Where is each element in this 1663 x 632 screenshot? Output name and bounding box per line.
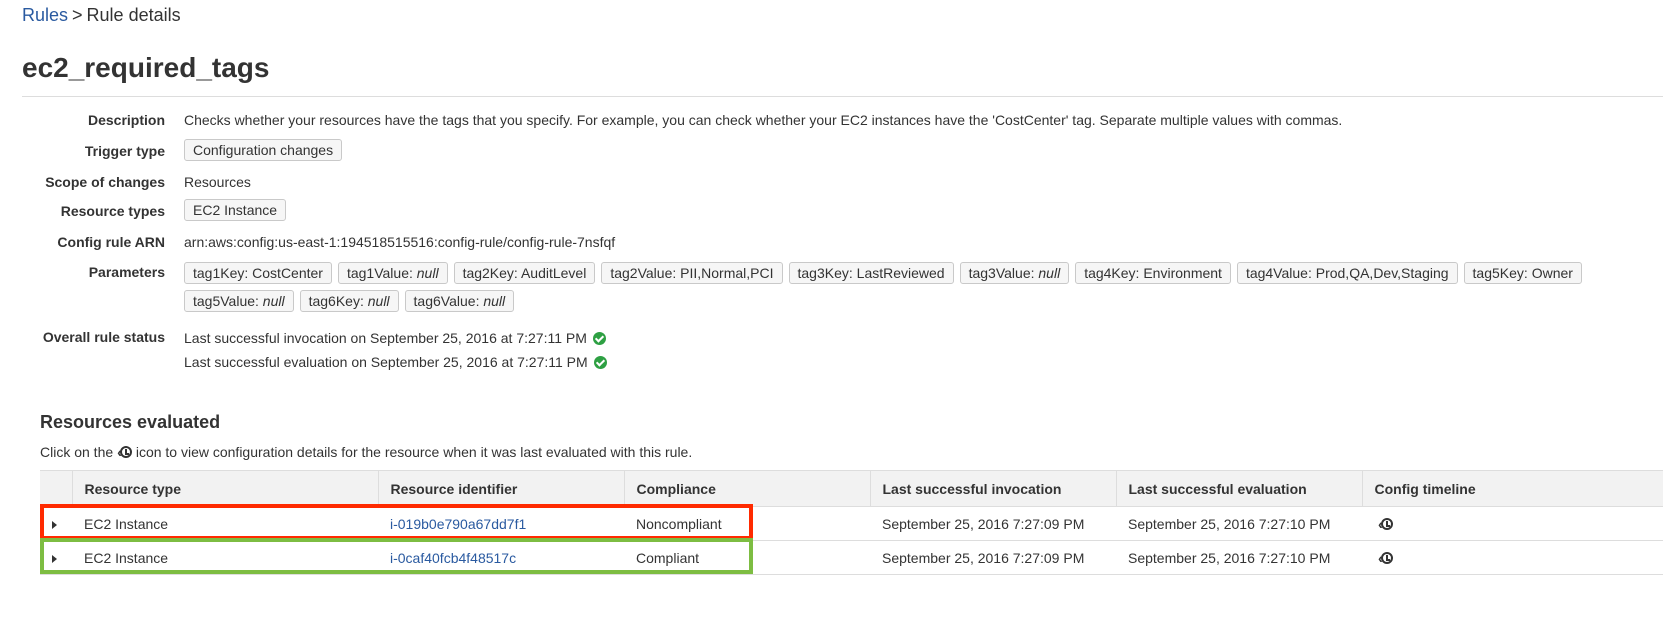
resource-type-cell: EC2 Instance	[72, 506, 378, 541]
resource-id-link[interactable]: i-019b0e790a67dd7f1	[390, 516, 526, 532]
parameter-chip: tag2Value: PII,Normal,PCI	[601, 262, 783, 284]
parameter-value: Prod,QA,Dev,Staging	[1315, 265, 1449, 281]
resource-type-chip: EC2 Instance	[184, 199, 287, 221]
last-evaluation-cell: September 25, 2016 7:27:10 PM	[1116, 540, 1362, 575]
breadcrumb-current: Rule details	[86, 5, 181, 25]
resources-evaluated-title: Resources evaluated	[40, 412, 221, 432]
parameters-label: Parameters	[88, 264, 165, 280]
resources-hint: Click on the ‹ icon to view configuratio…	[40, 444, 692, 460]
resource-types-label: Resource types	[60, 203, 165, 219]
parameter-value: AuditLevel	[520, 265, 587, 281]
column-header-last-invocation[interactable]: Last successful invocation	[870, 470, 1117, 507]
table-row: EC2 Instance i-019b0e790a67dd7f1 Noncomp…	[40, 506, 1663, 541]
parameter-key: tag6Value:	[413, 293, 480, 309]
parameter-value: CostCenter	[252, 265, 323, 281]
parameter-chip: tag1Key: CostCenter	[184, 262, 332, 284]
parameter-value: Environment	[1143, 265, 1222, 281]
resource-type-cell: EC2 Instance	[72, 540, 378, 575]
column-header-last-evaluation[interactable]: Last successful evaluation	[1116, 470, 1363, 507]
resources-table: Resource type Resource identifier Compli…	[40, 470, 1663, 575]
parameter-chip: tag3Value: null	[959, 262, 1070, 284]
arn-row: Config rule ARN arn:aws:config:us-east-1…	[0, 234, 1663, 264]
parameter-key: tag3Key:	[797, 265, 853, 281]
config-timeline-icon[interactable]: ‹	[1378, 551, 1393, 565]
parameter-value: null	[367, 293, 390, 309]
hint-text-before: Click on the	[40, 444, 114, 460]
parameter-value: null	[262, 293, 285, 309]
parameter-key: tag4Key:	[1084, 265, 1140, 281]
parameter-key: tag1Key:	[193, 265, 249, 281]
resource-id-link[interactable]: i-0caf40fcb4f48517c	[390, 550, 516, 566]
parameter-key: tag5Value:	[193, 293, 259, 309]
status-invocation-text: Last successful invocation on September …	[184, 330, 587, 346]
column-header-config-timeline: Config timeline	[1362, 470, 1663, 507]
trigger-type-chip: Configuration changes	[184, 139, 343, 161]
parameter-chip: tag5Key: Owner	[1463, 262, 1582, 284]
title-divider	[22, 96, 1663, 97]
expand-caret-icon[interactable]	[52, 554, 57, 563]
rule-details: Description Checks whether your resource…	[0, 112, 1663, 374]
column-header-expand	[40, 470, 73, 507]
column-header-resource-type[interactable]: Resource type	[72, 470, 379, 507]
status-row: Overall rule status Last successful invo…	[0, 326, 1663, 374]
expand-caret-icon[interactable]	[52, 520, 57, 529]
parameter-key: tag2Key:	[462, 265, 518, 281]
parameter-chip: tag3Key: LastReviewed	[788, 262, 954, 284]
breadcrumb-separator: >	[72, 5, 83, 25]
breadcrumb: Rules > Rule details	[22, 5, 181, 26]
last-invocation-cell: September 25, 2016 7:27:09 PM	[870, 540, 1116, 575]
parameter-chip: tag1Value: null	[337, 262, 448, 284]
trigger-type-row: Trigger type Configuration changes	[0, 139, 1663, 169]
status-label: Overall rule status	[42, 329, 165, 345]
hint-text-after: icon to view configuration details for t…	[135, 444, 693, 460]
parameter-value: null	[483, 293, 506, 309]
scope-label: Scope of changes	[45, 174, 165, 190]
parameter-value: LastReviewed	[856, 265, 945, 281]
check-circle-icon	[593, 355, 607, 369]
table-header-row: Resource type Resource identifier Compli…	[40, 470, 1663, 507]
last-invocation-cell: September 25, 2016 7:27:09 PM	[870, 506, 1116, 541]
column-header-resource-identifier[interactable]: Resource identifier	[378, 470, 625, 507]
parameter-value: PII,Normal,PCI	[680, 265, 774, 281]
arn-label: Config rule ARN	[57, 234, 165, 250]
parameter-key: tag6Key:	[308, 293, 364, 309]
status-evaluation-text: Last successful evaluation on September …	[184, 354, 588, 370]
check-circle-icon	[592, 331, 606, 345]
column-header-compliance[interactable]: Compliance	[624, 470, 871, 507]
resource-types-row: Resource types EC2 Instance	[0, 199, 1663, 229]
parameter-value: null	[1038, 265, 1061, 281]
parameters-row: Parameters tag1Key: CostCenter tag1Value:…	[0, 262, 1663, 324]
parameter-chip: tag6Value: null	[404, 290, 515, 312]
status-invocation: Last successful invocation on September …	[184, 326, 1663, 350]
config-timeline-icon[interactable]: ‹	[1378, 517, 1393, 531]
description-value: Checks whether your resources have the t…	[184, 112, 1343, 128]
config-timeline-icon: ‹	[117, 445, 132, 459]
compliance-status: Compliant	[624, 540, 870, 575]
table-row: EC2 Instance i-0caf40fcb4f48517c Complia…	[40, 540, 1663, 575]
parameter-chip: tag5Value: null	[184, 290, 294, 312]
last-evaluation-cell: September 25, 2016 7:27:10 PM	[1116, 506, 1362, 541]
parameter-chip: tag6Key: null	[299, 290, 399, 312]
scope-value: Resources	[184, 174, 251, 190]
compliance-status: Noncompliant	[624, 506, 870, 541]
parameter-value: null	[416, 265, 439, 281]
description-label: Description	[87, 112, 165, 128]
parameter-key: tag3Value:	[968, 265, 1035, 281]
page-title: ec2_required_tags	[22, 52, 270, 83]
parameter-value: Owner	[1531, 265, 1573, 281]
status-evaluation: Last successful evaluation on September …	[184, 350, 1663, 374]
parameter-key: tag5Key:	[1472, 265, 1528, 281]
trigger-type-label: Trigger type	[84, 143, 165, 159]
parameter-chip: tag4Value: Prod,QA,Dev,Staging	[1236, 262, 1458, 284]
parameters-list: tag1Key: CostCenter tag1Value: null tag2Ke…	[184, 262, 1663, 318]
parameter-key: tag4Value:	[1245, 265, 1312, 281]
arn-value: arn:aws:config:us-east-1:194518515516:co…	[184, 234, 616, 250]
parameter-chip: tag2Key: AuditLevel	[453, 262, 596, 284]
parameter-chip: tag4Key: Environment	[1075, 262, 1231, 284]
parameter-key: tag1Value:	[346, 265, 413, 281]
breadcrumb-rules-link[interactable]: Rules	[22, 5, 68, 25]
parameter-key: tag2Value:	[610, 265, 677, 281]
